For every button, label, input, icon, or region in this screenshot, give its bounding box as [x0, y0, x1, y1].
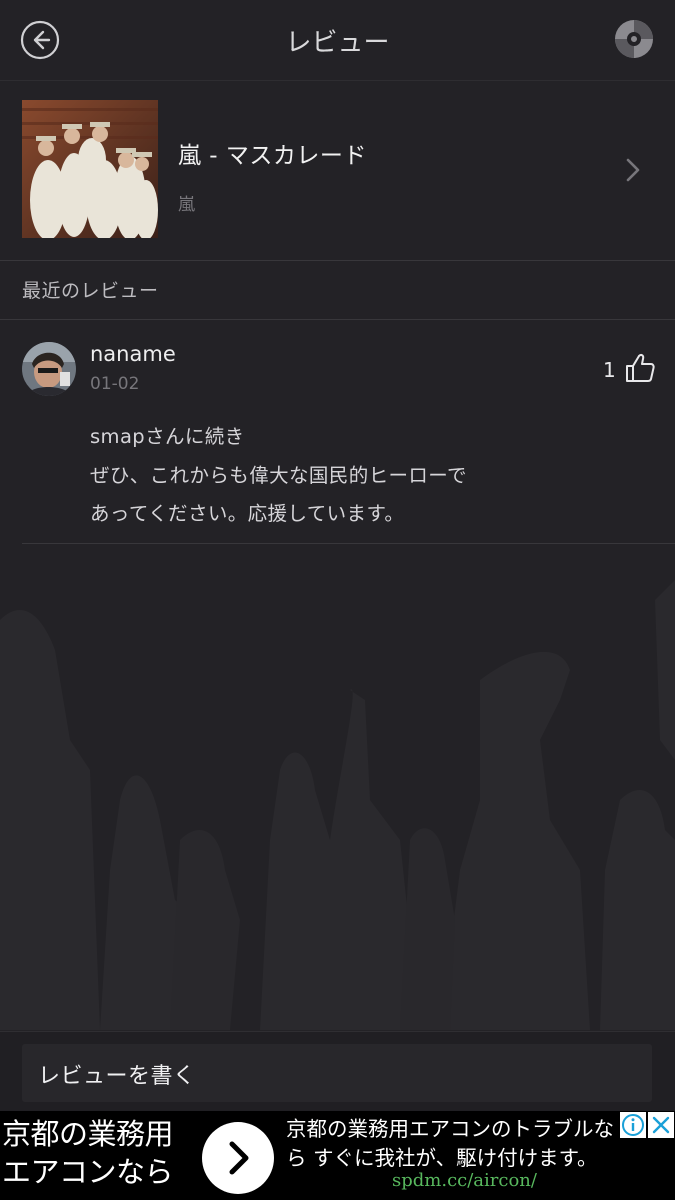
- review-text-line: あってください。応援しています。: [90, 502, 405, 525]
- ad-headline-line: 京都の業務用: [2, 1117, 174, 1151]
- song-artist: 嵐: [178, 195, 195, 215]
- song-title: 嵐 - マスカレード: [178, 143, 367, 169]
- close-icon[interactable]: [648, 1112, 674, 1138]
- page-title: レビュー: [285, 28, 390, 58]
- ad-description-line: 京都の業務用エアコンのトラブルな: [286, 1117, 614, 1141]
- write-review-label: レビューを書く: [38, 1064, 196, 1089]
- chevron-right-icon: [626, 158, 640, 182]
- review-text-line: ぜひ、これからも偉大な国民的ヒーローで: [90, 463, 467, 487]
- thumbs-up-icon[interactable]: [624, 352, 656, 384]
- review-body: smapさんに続き ぜひ、これからも偉大な国民的ヒーローで あってください。応援…: [90, 418, 467, 534]
- ad-headline: 京都の業務用 エアコンなら: [2, 1115, 174, 1191]
- disc-icon[interactable]: [613, 18, 655, 60]
- song-info-row[interactable]: 嵐 - マスカレード 嵐: [0, 80, 675, 261]
- back-arrow-circle-icon[interactable]: [20, 20, 60, 60]
- ad-info-icon[interactable]: [620, 1112, 646, 1138]
- ad-banner[interactable]: 京都の業務用 エアコンなら 京都の業務用エアコンのトラブルな ら すぐに我社が、…: [0, 1111, 675, 1200]
- user-avatar[interactable]: [22, 342, 76, 396]
- like-count: 1: [603, 358, 616, 382]
- ad-url[interactable]: spdm.cc/aircon/: [392, 1170, 537, 1191]
- review-text-line: smapさんに続き: [90, 425, 245, 448]
- album-cover-image: [22, 100, 158, 238]
- top-navigation-bar: レビュー: [0, 0, 675, 81]
- ad-description: 京都の業務用エアコンのトラブルな ら すぐに我社が、駆け付けます。: [286, 1115, 614, 1173]
- section-title: 最近のレビュー: [22, 280, 159, 302]
- chevron-right-icon: [229, 1141, 249, 1175]
- divider: [22, 543, 675, 544]
- bottom-bar: レビューを書く: [0, 1031, 675, 1112]
- review-date: 01-02: [90, 374, 140, 394]
- write-review-input[interactable]: レビューを書く: [22, 1044, 652, 1102]
- review-username[interactable]: naname: [90, 342, 176, 366]
- background-crowd-image: [0, 580, 675, 1030]
- ad-headline-line: エアコンなら: [2, 1155, 174, 1189]
- review-item: naname 01-02 1 smapさんに続き ぜひ、これからも偉大な国民的ヒ…: [0, 320, 675, 544]
- ad-arrow-button[interactable]: [202, 1122, 274, 1194]
- ad-description-line: ら すぐに我社が、駆け付けます。: [286, 1146, 598, 1170]
